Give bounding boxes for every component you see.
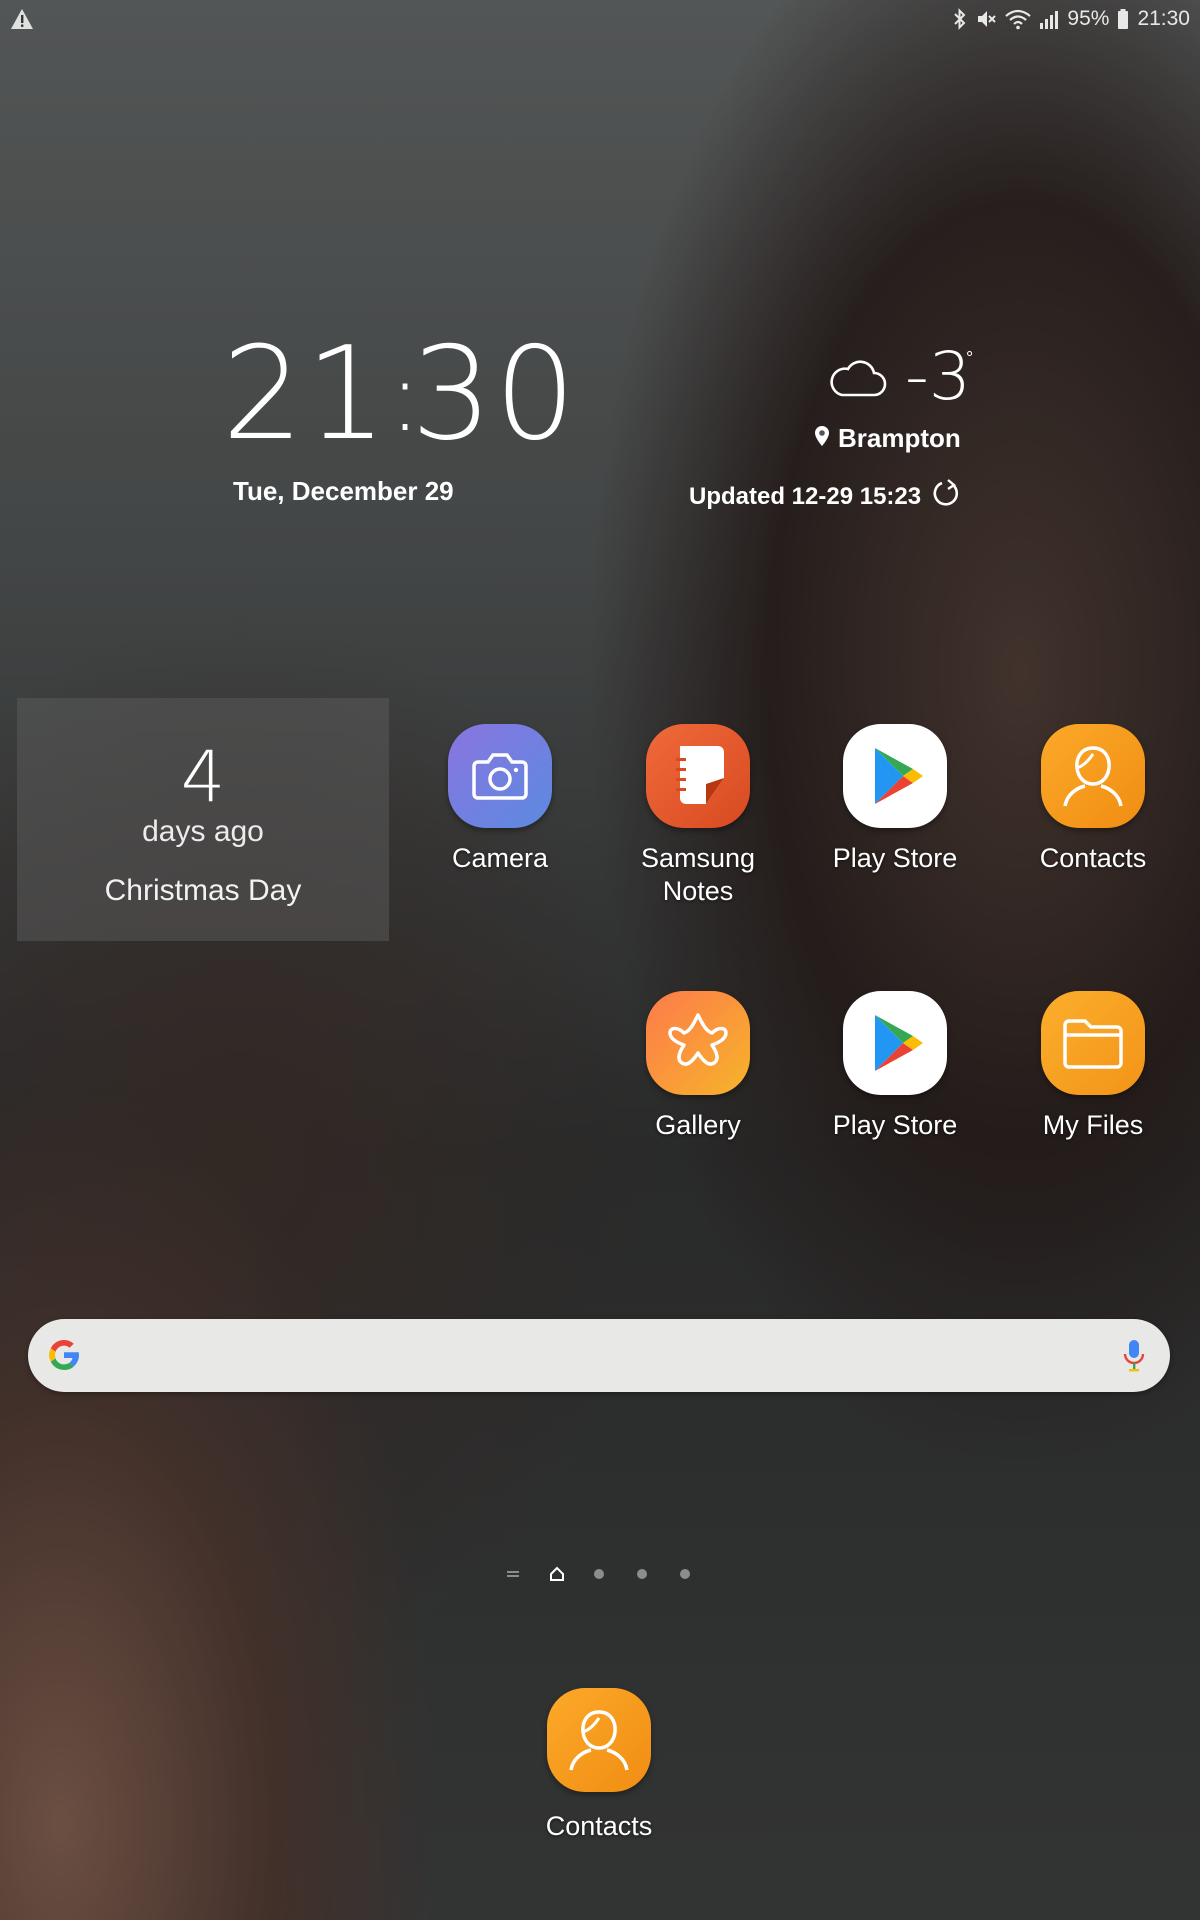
- home-page-icon[interactable]: [549, 1564, 565, 1589]
- my-files-icon: [1041, 991, 1145, 1095]
- app-label: Gallery: [655, 1110, 741, 1140]
- google-g-icon: [46, 1337, 82, 1378]
- app-label: Contacts: [545, 1811, 653, 1841]
- app-samsung-notes[interactable]: Samsung Notes: [613, 724, 783, 908]
- app-play-store[interactable]: Play Store: [810, 724, 980, 875]
- bluetooth-icon: [953, 8, 967, 30]
- contacts-icon: [547, 1688, 651, 1792]
- signal-icon: [1039, 8, 1059, 30]
- app-camera[interactable]: Camera: [415, 724, 585, 875]
- google-search-bar[interactable]: [28, 1319, 1170, 1392]
- app-label: My Files: [1042, 1110, 1144, 1140]
- app-label: Play Store: [832, 1110, 958, 1140]
- page-dot[interactable]: [680, 1569, 690, 1579]
- play-store-icon: [843, 724, 947, 828]
- status-bar: 95% 21:30: [0, 0, 1200, 38]
- clock-hours: 21: [222, 320, 389, 469]
- app-my-files[interactable]: My Files: [1008, 991, 1178, 1142]
- wallpaper: [0, 0, 1200, 1920]
- weather-degree: °: [966, 348, 974, 368]
- gallery-icon: [646, 991, 750, 1095]
- app-label: Camera: [451, 843, 549, 873]
- app-label: Samsung Notes: [613, 842, 783, 908]
- app-label: Play Store: [832, 843, 958, 873]
- weather-updated-text: Updated 12-29 15:23: [689, 482, 922, 510]
- microphone-icon[interactable]: [1122, 1336, 1146, 1379]
- app-label: Contacts: [1039, 843, 1147, 873]
- app-contacts[interactable]: Contacts: [1008, 724, 1178, 875]
- page-dot[interactable]: [594, 1569, 604, 1579]
- dday-count: 4: [180, 736, 226, 818]
- clock-date: Tue, December 29: [233, 476, 454, 506]
- battery-icon: [1117, 8, 1129, 30]
- app-play-store[interactable]: Play Store: [810, 991, 980, 1142]
- dday-event: Christmas Day: [104, 874, 302, 907]
- play-store-icon: [843, 991, 947, 1095]
- wifi-icon: [1005, 8, 1032, 30]
- contacts-icon: [1041, 724, 1145, 828]
- app-label-line1: Samsung: [640, 843, 756, 873]
- mute-icon: [975, 8, 997, 30]
- dday-unit: days ago: [142, 815, 264, 848]
- apps-list-icon[interactable]: [506, 1564, 520, 1589]
- status-time: 21:30: [1137, 7, 1190, 30]
- alert-icon: [10, 8, 34, 30]
- weather-temperature[interactable]: -3: [905, 342, 971, 412]
- clock-colon: :: [388, 341, 424, 453]
- app-label-line2: Notes: [662, 876, 734, 906]
- page-indicator[interactable]: [0, 1564, 1200, 1584]
- weather-updated: Updated 12-29 15:23: [689, 478, 961, 515]
- clock-minutes: 30: [410, 320, 578, 469]
- camera-icon: [448, 724, 552, 828]
- app-gallery[interactable]: Gallery: [613, 991, 783, 1142]
- clock-widget[interactable]: 21:30: [222, 330, 578, 470]
- dday-widget[interactable]: 4 days ago Christmas Day: [17, 698, 389, 941]
- samsung-notes-icon: [646, 724, 750, 828]
- weather-location[interactable]: Brampton: [814, 423, 961, 454]
- dock-app-contacts[interactable]: Contacts: [514, 1688, 684, 1843]
- location-pin-icon: [814, 423, 830, 454]
- page-dot[interactable]: [637, 1569, 647, 1579]
- refresh-icon[interactable]: [931, 478, 961, 515]
- cloud-icon: [828, 357, 888, 404]
- location-name: Brampton: [838, 423, 961, 453]
- battery-percent: 95%: [1067, 7, 1110, 30]
